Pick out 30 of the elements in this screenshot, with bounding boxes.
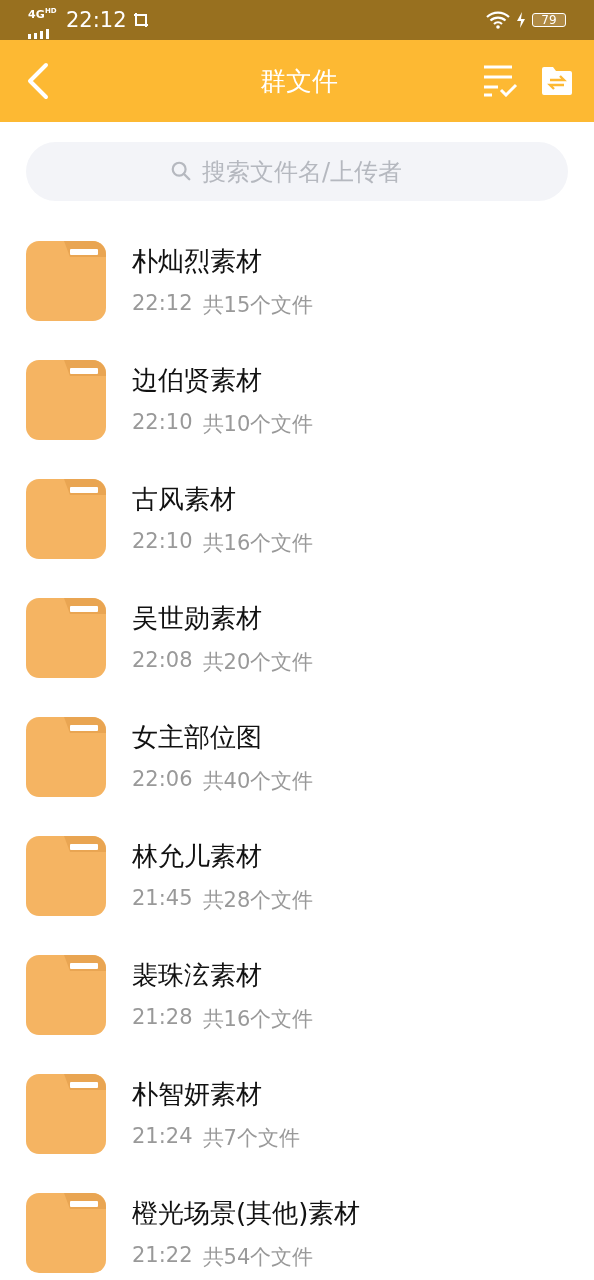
folder-icon: [26, 241, 106, 321]
search-field[interactable]: 搜索文件名/上传者: [26, 142, 568, 201]
folder-icon: [26, 360, 106, 440]
clock-time: 22:12: [66, 8, 127, 32]
screenshot-icon: [132, 11, 149, 29]
folder-icon: [26, 598, 106, 678]
battery-icon: 79: [532, 13, 566, 27]
folder-item[interactable]: 林允儿素材 21:45 共28个文件: [0, 836, 594, 955]
page-title: 群文件: [260, 64, 338, 98]
folder-item[interactable]: 吴世勋素材 22:08 共20个文件: [0, 598, 594, 717]
wifi-icon: [486, 11, 510, 29]
folder-item[interactable]: 朴智妍素材 21:24 共7个文件: [0, 1074, 594, 1193]
folder-item[interactable]: 边伯贤素材 22:10 共10个文件: [0, 360, 594, 479]
multi-select-icon[interactable]: [484, 65, 518, 97]
charging-icon: [516, 12, 526, 28]
folder-icon: [26, 955, 106, 1035]
folder-icon: [26, 1193, 106, 1273]
signal-icon: [28, 29, 50, 39]
folder-transfer-icon[interactable]: [542, 67, 572, 95]
folder-item[interactable]: 古风素材 22:10 共16个文件: [0, 479, 594, 598]
folder-item[interactable]: 橙光场景(其他)素材 21:22 共54个文件: [0, 1193, 594, 1280]
folder-item[interactable]: 裴珠泫素材 21:28 共16个文件: [0, 955, 594, 1074]
folder-item[interactable]: 朴灿烈素材 22:12 共15个文件: [0, 241, 594, 360]
folder-item[interactable]: 女主部位图 22:06 共40个文件: [0, 717, 594, 836]
folder-icon: [26, 1074, 106, 1154]
back-icon[interactable]: [26, 62, 50, 100]
folder-icon: [26, 479, 106, 559]
network-label: 4G: [28, 8, 45, 21]
folder-icon: [26, 836, 106, 916]
folder-icon: [26, 717, 106, 797]
